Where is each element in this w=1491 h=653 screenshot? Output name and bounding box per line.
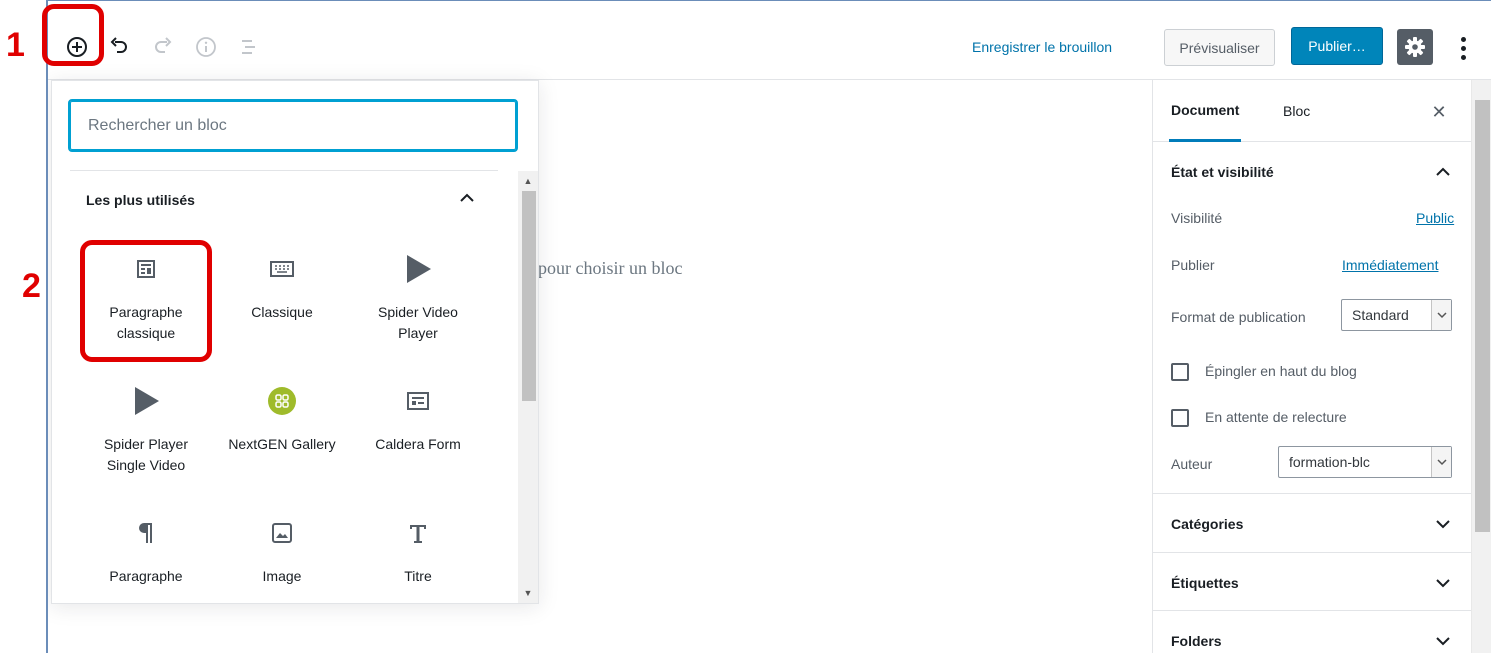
- info-icon[interactable]: [188, 29, 224, 65]
- block-caldera-form[interactable]: Caldera Form: [354, 373, 482, 491]
- settings-button[interactable]: [1397, 29, 1433, 65]
- scrollbar-thumb[interactable]: [522, 191, 536, 401]
- classic-paragraph-icon: [136, 251, 156, 287]
- sticky-checkbox[interactable]: [1171, 363, 1189, 381]
- sticky-label: Épingler en haut du blog: [1205, 363, 1357, 379]
- editor-placeholder-hint: pour choisir un bloc: [538, 258, 683, 278]
- block-classic[interactable]: Classique: [218, 241, 346, 359]
- block-label: Paragraphe classique: [109, 304, 183, 341]
- visibility-link[interactable]: Public: [1416, 210, 1454, 226]
- folders-title: Folders: [1171, 633, 1222, 649]
- block-inserter-popover: Les plus utilisés Paragraphe classique C…: [51, 80, 539, 604]
- block-label: Paragraphe: [109, 568, 183, 584]
- post-format-select[interactable]: Standard: [1341, 299, 1452, 331]
- scroll-down-icon[interactable]: ▼: [520, 585, 536, 601]
- editor-app: Enregistrer le brouillon Prévisualiser P…: [46, 0, 1491, 653]
- block-spider-video-player[interactable]: Spider Video Player: [354, 241, 482, 359]
- block-heading[interactable]: Titre: [354, 505, 482, 623]
- play-icon: [132, 383, 160, 419]
- gear-icon: [1405, 37, 1425, 57]
- block-image[interactable]: Image: [218, 505, 346, 623]
- more-vertical-icon: [1460, 36, 1466, 42]
- image-icon: [271, 515, 293, 551]
- block-label: NextGEN Gallery: [228, 436, 336, 452]
- status-visibility-panel: État et visibilité Visibilité Public Pub…: [1153, 142, 1472, 494]
- status-visibility-title: État et visibilité: [1171, 164, 1274, 180]
- pilcrow-icon: [137, 515, 155, 551]
- outline-icon[interactable]: [231, 29, 267, 65]
- save-draft-button[interactable]: Enregistrer le brouillon: [972, 39, 1112, 55]
- chevron-down-icon: [1431, 300, 1451, 330]
- annotation-step-1: 1: [6, 26, 25, 64]
- block-paragraph[interactable]: Paragraphe: [82, 505, 210, 623]
- redo-icon[interactable]: [145, 29, 181, 65]
- publish-date-link[interactable]: Immédiatement: [1342, 257, 1438, 273]
- preview-button[interactable]: Prévisualiser: [1164, 29, 1275, 66]
- block-label: Classique: [251, 304, 313, 320]
- block-search-input[interactable]: [68, 99, 518, 152]
- undo-icon[interactable]: [101, 29, 137, 65]
- play-icon: [404, 251, 432, 287]
- folders-panel[interactable]: Folders: [1153, 611, 1472, 653]
- block-label: Spider Player Single Video: [103, 436, 189, 473]
- chevron-down-icon: [1433, 514, 1453, 534]
- heading-icon: [408, 515, 428, 551]
- close-icon[interactable]: ✕: [1429, 102, 1449, 122]
- sidebar-scrollbar[interactable]: [1471, 80, 1491, 653]
- publish-label: Publier: [1171, 257, 1215, 273]
- author-label: Auteur: [1171, 456, 1213, 472]
- sidebar-tabs: Document Bloc ✕: [1153, 80, 1472, 142]
- post-format-label: Format de publication: [1171, 309, 1306, 325]
- post-format-value: Standard: [1352, 307, 1409, 323]
- tab-document[interactable]: Document: [1169, 80, 1242, 142]
- most-used-panel-title: Les plus utilisés: [86, 192, 195, 208]
- annotation-step-2: 2: [22, 267, 41, 305]
- block-spider-player-single-video[interactable]: Spider Player Single Video: [82, 373, 210, 491]
- inserter-divider: [70, 170, 498, 171]
- block-classic-paragraph[interactable]: Paragraphe classique: [82, 241, 210, 359]
- tab-block[interactable]: Bloc: [1283, 80, 1310, 142]
- block-label: Spider Video Player: [378, 304, 458, 341]
- pending-review-label: En attente de relecture: [1205, 409, 1347, 425]
- block-label: Image: [262, 568, 302, 584]
- editor-toolbar: Enregistrer le brouillon Prévisualiser P…: [48, 1, 1491, 80]
- publish-button[interactable]: Publier…: [1291, 27, 1383, 65]
- add-block-icon[interactable]: [59, 29, 95, 65]
- author-select[interactable]: formation-blc: [1278, 446, 1452, 478]
- visibility-label: Visibilité: [1171, 210, 1223, 226]
- collapse-panel-button[interactable]: [456, 187, 478, 209]
- categories-title: Catégories: [1171, 516, 1244, 532]
- scrollbar-thumb[interactable]: [1475, 100, 1490, 532]
- chevron-down-icon: [1431, 447, 1451, 477]
- chevron-up-icon[interactable]: [1433, 162, 1453, 182]
- categories-panel[interactable]: Catégories: [1153, 494, 1472, 553]
- inserter-scrollbar[interactable]: ▲ ▼: [518, 171, 538, 603]
- block-label: Titre: [404, 568, 432, 584]
- author-value: formation-blc: [1289, 454, 1370, 470]
- tags-title: Étiquettes: [1171, 575, 1239, 591]
- chevron-down-icon: [1433, 573, 1453, 593]
- chevron-down-icon: [1433, 631, 1453, 651]
- nextgen-gallery-icon: [268, 383, 296, 419]
- pending-review-checkbox[interactable]: [1171, 409, 1189, 427]
- block-nextgen-gallery[interactable]: NextGEN Gallery: [218, 373, 346, 491]
- keyboard-icon: [270, 251, 294, 287]
- scroll-up-icon[interactable]: ▲: [520, 173, 536, 189]
- block-label: Caldera Form: [375, 436, 461, 452]
- settings-sidebar: Document Bloc ✕ État et visibilité Visib…: [1152, 80, 1472, 653]
- more-options-button[interactable]: [1448, 31, 1478, 65]
- chevron-up-icon: [460, 193, 474, 202]
- form-icon: [407, 383, 429, 419]
- tags-panel[interactable]: Étiquettes: [1153, 553, 1472, 611]
